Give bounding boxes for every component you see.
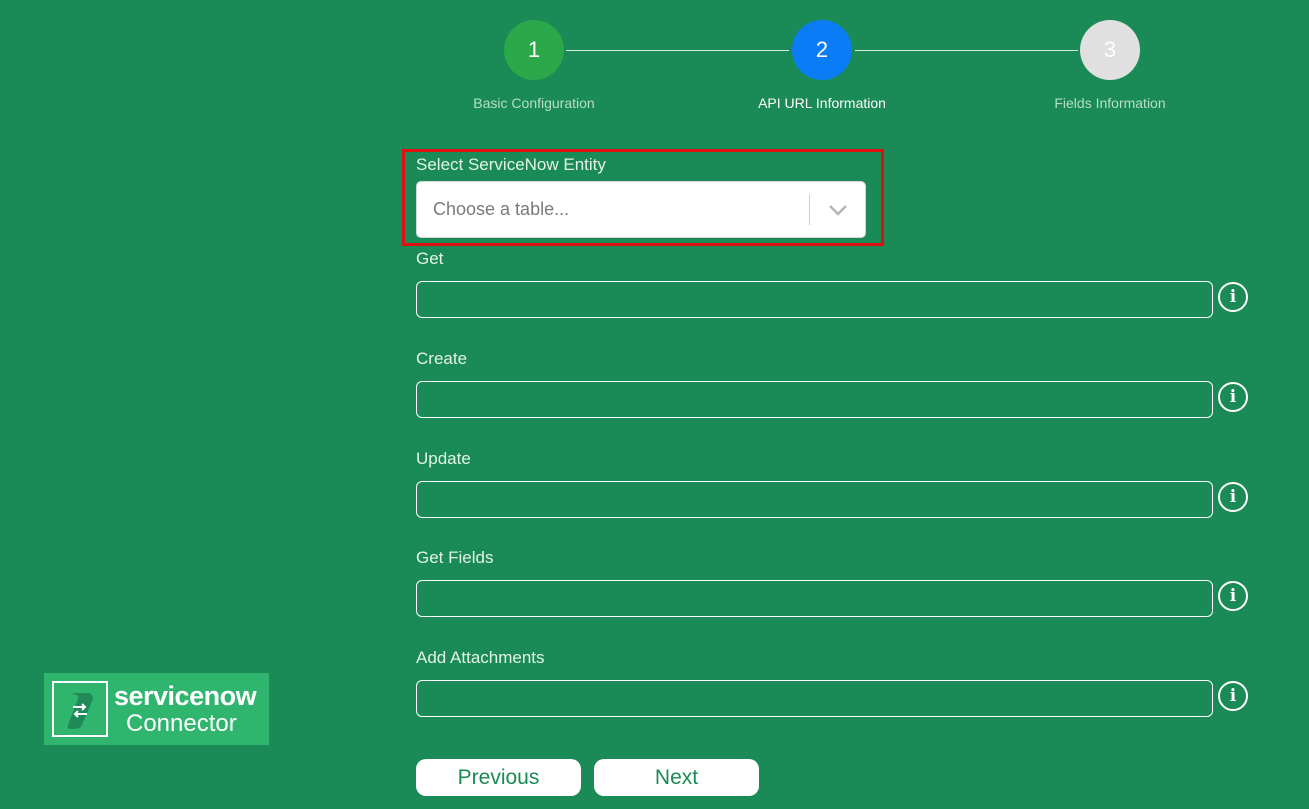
configuration-wizard: 1 Basic Configuration 2 API URL Informat… — [0, 0, 1309, 809]
update-input[interactable] — [416, 481, 1213, 518]
logo-subtitle: Connector — [126, 709, 237, 737]
entity-select[interactable]: Choose a table... — [416, 181, 866, 238]
step-connector-2-3 — [855, 50, 1078, 51]
get-fields-input[interactable] — [416, 580, 1213, 617]
get-info-icon[interactable]: i — [1218, 282, 1248, 312]
step-1-circle[interactable]: 1 — [504, 20, 564, 80]
step-3-number: 3 — [1103, 37, 1117, 62]
step-1-number: 1 — [527, 37, 541, 62]
stepper: 1 Basic Configuration 2 API URL Informat… — [0, 0, 1309, 130]
add-attachments-info-icon[interactable]: i — [1218, 681, 1248, 711]
entity-select-placeholder: Choose a table... — [433, 199, 570, 219]
update-info-icon[interactable]: i — [1218, 482, 1248, 512]
step-connector-1-2 — [566, 50, 789, 51]
chevron-down-icon[interactable] — [810, 182, 865, 237]
step-3-label: Fields Information — [1054, 95, 1166, 111]
create-input[interactable] — [416, 381, 1213, 418]
create-info-icon[interactable]: i — [1218, 382, 1248, 412]
previous-button[interactable]: Previous — [416, 759, 581, 796]
servicenow-connector-logo: servicenow Connector — [44, 673, 269, 745]
logo-brand: servicenow — [114, 680, 257, 711]
step-3-circle[interactable]: 3 — [1080, 20, 1140, 80]
step-2-label: API URL Information — [758, 95, 886, 111]
update-label: Update — [416, 449, 471, 468]
step-1-label: Basic Configuration — [473, 95, 595, 111]
logo-text: servicenow Connector — [114, 680, 257, 737]
get-fields-label: Get Fields — [416, 548, 494, 567]
next-button[interactable]: Next — [594, 759, 759, 796]
add-attachments-label: Add Attachments — [416, 648, 545, 667]
connector-logo-icon — [52, 681, 108, 737]
get-label: Get — [416, 249, 444, 268]
create-label: Create — [416, 349, 468, 368]
entity-label: Select ServiceNow Entity — [416, 155, 606, 174]
get-input[interactable] — [416, 281, 1213, 318]
get-fields-info-icon[interactable]: i — [1218, 581, 1248, 611]
step-2-circle[interactable]: 2 — [792, 20, 852, 80]
step-2-number: 2 — [815, 37, 829, 62]
add-attachments-input[interactable] — [416, 680, 1213, 717]
